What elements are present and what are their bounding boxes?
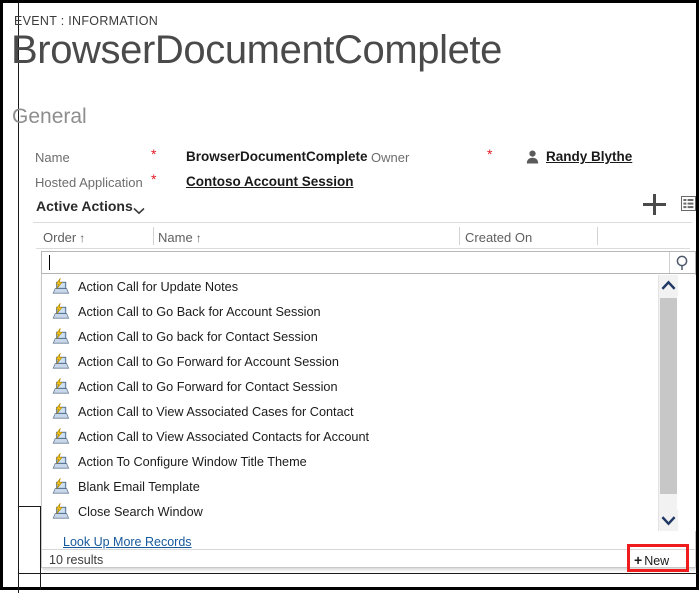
list-item[interactable]: Action Call for Update Notes xyxy=(42,274,660,299)
list-item[interactable]: Action Call to Go Forward for Account Se… xyxy=(42,349,660,374)
action-call-icon xyxy=(52,503,70,520)
person-icon xyxy=(526,150,539,164)
name-field-value: BrowserDocumentComplete xyxy=(186,149,368,164)
lookup-search-box[interactable] xyxy=(41,251,696,274)
scroll-up-button[interactable] xyxy=(659,275,678,296)
text-cursor xyxy=(49,255,50,270)
left-guide-line xyxy=(18,3,19,593)
crm-form: EVENT : INFORMATION BrowserDocumentCompl… xyxy=(3,3,696,587)
owner-field-label: Owner xyxy=(371,150,409,165)
list-item-label: Blank Email Template xyxy=(78,480,200,494)
callout-line-horizontal xyxy=(18,506,41,507)
list-item[interactable]: Blank Email Template xyxy=(42,474,660,499)
lookup-results-dropdown: Action Call for Update Notes Action Call … xyxy=(41,274,696,568)
hosted-application-field-label: Hosted Application xyxy=(35,175,143,190)
grid-view-icon[interactable] xyxy=(681,196,696,211)
column-header-name[interactable]: Name↑ xyxy=(158,230,202,245)
action-call-icon xyxy=(52,428,70,445)
section-title-general: General xyxy=(12,105,87,129)
dropdown-right-fill xyxy=(677,275,696,531)
footer-divider xyxy=(42,549,695,550)
list-item[interactable]: Action To Configure Window Title Theme xyxy=(42,449,660,474)
column-header-order-label: Order xyxy=(43,230,76,245)
action-call-icon xyxy=(52,303,70,320)
action-call-icon xyxy=(52,378,70,395)
sort-ascending-icon: ↑ xyxy=(196,231,202,245)
look-up-more-records-link[interactable]: Look Up More Records xyxy=(63,535,192,549)
name-field-label: Name xyxy=(35,150,70,165)
subgrid-title[interactable]: Active Actions xyxy=(36,198,133,214)
column-divider xyxy=(597,227,598,245)
column-divider xyxy=(459,227,460,245)
search-input[interactable] xyxy=(47,255,657,272)
list-item-label: Action Call to Go back for Contact Sessi… xyxy=(78,330,318,344)
hosted-application-field-link[interactable]: Contoso Account Session xyxy=(186,174,354,189)
list-item-label: Action Call to Go Forward for Contact Se… xyxy=(78,380,338,394)
action-call-icon xyxy=(52,403,70,420)
list-item[interactable]: Action Call to Go Back for Account Sessi… xyxy=(42,299,660,324)
chevron-down-icon xyxy=(659,510,678,531)
chevron-down-icon[interactable] xyxy=(133,202,145,210)
plus-icon: + xyxy=(634,552,642,568)
page-title: BrowserDocumentComplete xyxy=(11,28,502,73)
name-required-indicator: * xyxy=(151,147,156,161)
list-item-label: Action Call to Go Back for Account Sessi… xyxy=(78,305,321,319)
list-item-label: Action Call to View Associated Cases for… xyxy=(78,405,354,419)
results-count-label: 10 results xyxy=(49,553,103,567)
subgrid-divider xyxy=(33,222,692,223)
column-header-created-on-label: Created On xyxy=(465,230,532,245)
list-item[interactable]: Close Search Window xyxy=(42,499,660,522)
list-item-label: Action To Configure Window Title Theme xyxy=(78,455,307,469)
list-item-label: Action Call to Go Forward for Account Se… xyxy=(78,355,339,369)
callout-line-vertical xyxy=(40,506,41,590)
new-record-button-label: New xyxy=(644,554,669,568)
list-item[interactable]: Action Call to View Associated Contacts … xyxy=(42,424,660,449)
list-item[interactable]: Action Call to Go back for Contact Sessi… xyxy=(42,324,660,349)
column-header-order[interactable]: Order↑ xyxy=(43,230,85,245)
column-divider xyxy=(153,227,154,245)
action-call-icon xyxy=(52,328,70,345)
column-header-created-on[interactable]: Created On xyxy=(465,230,532,245)
scrollbar-thumb[interactable] xyxy=(660,298,677,494)
results-scrollbar[interactable] xyxy=(658,275,677,531)
list-item-label: Action Call to View Associated Contacts … xyxy=(78,430,369,444)
add-record-button[interactable] xyxy=(643,193,665,215)
list-item[interactable]: Action Call to View Associated Cases for… xyxy=(42,399,660,424)
lookup-results-list: Action Call for Update Notes Action Call … xyxy=(42,274,660,522)
scroll-down-button[interactable] xyxy=(659,510,678,531)
column-header-rule xyxy=(36,248,690,249)
list-item[interactable]: Action Call to Go Forward for Contact Se… xyxy=(42,374,660,399)
action-call-icon xyxy=(52,478,70,495)
hosted-application-required-indicator: * xyxy=(151,172,156,186)
sort-ascending-icon: ↑ xyxy=(79,231,85,245)
new-record-button[interactable]: +New xyxy=(634,552,669,568)
footer-line xyxy=(18,573,698,574)
owner-required-indicator: * xyxy=(487,147,492,161)
search-button[interactable] xyxy=(669,252,695,273)
list-item-label: Action Call for Update Notes xyxy=(78,280,238,294)
action-call-icon xyxy=(52,278,70,295)
chevron-up-icon xyxy=(659,275,678,296)
breadcrumb: EVENT : INFORMATION xyxy=(14,14,158,28)
list-item-label: Close Search Window xyxy=(78,505,203,519)
action-call-icon xyxy=(52,353,70,370)
action-call-icon xyxy=(52,453,70,470)
owner-field-link[interactable]: Randy Blythe xyxy=(546,149,632,164)
column-header-name-label: Name xyxy=(158,230,193,245)
screenshot-frame: EVENT : INFORMATION BrowserDocumentCompl… xyxy=(0,0,699,590)
search-icon xyxy=(670,252,696,273)
